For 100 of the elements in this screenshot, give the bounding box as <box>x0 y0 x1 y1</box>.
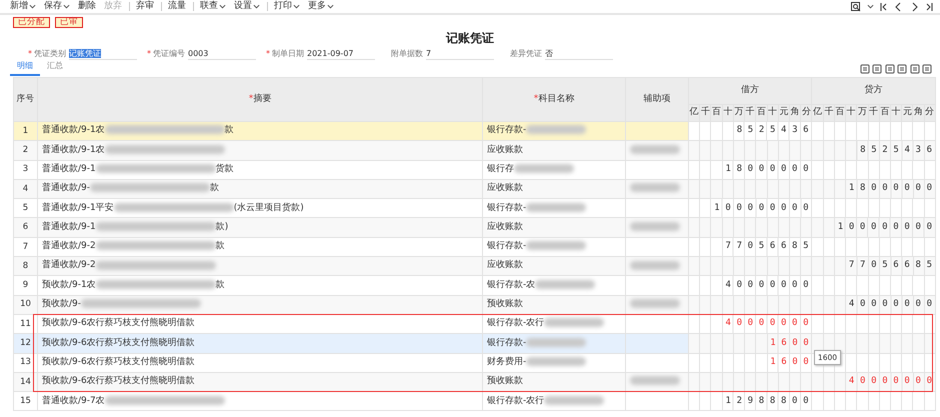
account-name: 银行存款- <box>487 241 526 252</box>
toolbar-button[interactable]: 打印 <box>267 2 304 11</box>
field-input[interactable]: 0003 <box>188 48 256 60</box>
redaction-blur <box>630 260 680 270</box>
amount-cell: 8 5 2 5 4 3 6 <box>733 122 812 141</box>
summary-text: 款 <box>216 241 225 252</box>
field-label: 附单据数 <box>391 48 423 60</box>
account-name: 银行存 <box>487 164 514 174</box>
amount-cell: 4 0 0 0 0 0 0 0 <box>722 314 812 334</box>
account-name: 银行存款-农行 <box>487 396 544 406</box>
required-mark: * <box>28 48 32 60</box>
summary-text: 普通收款/9-1 <box>42 222 96 232</box>
column-header: 贷方 <box>812 78 936 104</box>
caret-icon <box>219 4 226 9</box>
row-number: 15 <box>14 392 38 411</box>
account-name: 应收账款 <box>487 144 523 155</box>
summary-text: 预收款/9-6农行蔡巧枝支付熊晓明借款 <box>42 338 195 348</box>
field-input[interactable]: 记账凭证 <box>69 48 137 60</box>
summary-text: 普通收款/9-2 <box>42 260 96 270</box>
field-label: 凭证编号 <box>153 48 185 60</box>
caret-icon <box>293 4 300 9</box>
summary-text: 款 <box>216 280 225 290</box>
summary-text: 预收款/9-6农行蔡巧枝支付熊晓明借款 <box>42 318 195 328</box>
row-number: 14 <box>14 372 38 392</box>
summary-text: 普通收款/9-1农 <box>42 144 105 155</box>
column-header: 序号 <box>16 94 34 104</box>
field-input[interactable]: 7 <box>426 48 494 60</box>
summary-text: 预收款/9-6农行蔡巧枝支付熊晓明借款 <box>42 376 195 386</box>
tab[interactable]: 汇总 <box>40 60 70 76</box>
row-number: 12 <box>14 334 38 354</box>
account-name: 财务费用- <box>487 356 526 367</box>
required-mark: * <box>147 48 151 60</box>
amount-cell: 1 2 9 8 8 8 0 0 <box>722 392 812 411</box>
amount-cell: 7 7 0 5 6 6 8 5 <box>846 256 936 276</box>
summary-text: 款) <box>216 222 228 232</box>
account-name: 银行存款- <box>487 125 526 136</box>
toolbar-button[interactable]: 新增 <box>6 0 40 13</box>
field-input[interactable]: 2021-09-07 <box>307 48 375 60</box>
redaction-blur <box>544 396 604 405</box>
required-mark: * <box>266 48 270 60</box>
row-number: 6 <box>14 218 38 238</box>
summary-text: 预收款/9-6农行蔡巧枝支付熊晓明借款 <box>42 356 195 367</box>
toolbar-button[interactable]: 弃审 <box>129 2 158 11</box>
required-mark: * <box>248 94 254 104</box>
toolbar-button[interactable]: 删除 <box>74 0 100 13</box>
redaction-blur <box>526 356 586 366</box>
last-page-icon[interactable] <box>924 2 934 12</box>
column-header: 借方 <box>688 78 812 104</box>
account-name: 预收账款 <box>487 299 523 310</box>
caret-icon <box>63 4 70 9</box>
row-number: 10 <box>14 295 38 314</box>
summary-text: 普通收款/9-1农 <box>42 125 105 136</box>
dropdown-icon[interactable] <box>867 4 874 9</box>
account-name: 银行存款- <box>487 338 526 348</box>
doc-icon[interactable] <box>860 64 870 74</box>
required-mark: * <box>534 94 538 104</box>
amount-cell: 1 6 0 0 <box>767 353 812 372</box>
row-number: 13 <box>14 353 38 372</box>
toolbar-button[interactable]: 保存 <box>40 0 74 13</box>
toolbar-button[interactable]: 更多 <box>304 0 338 13</box>
field-label: 凭证类别 <box>34 48 66 60</box>
toolbar-button[interactable]: 联查 <box>193 2 230 11</box>
first-page-icon[interactable] <box>879 2 889 12</box>
search-icon[interactable] <box>851 2 861 12</box>
summary-text: 货款 <box>216 164 234 174</box>
row-number: 8 <box>14 256 38 276</box>
field-label: 差异凭证 <box>510 48 542 60</box>
redaction-blur <box>630 144 680 154</box>
amount-cell: 1 8 0 0 0 0 0 0 <box>722 160 812 180</box>
field-label: 制单日期 <box>272 48 304 60</box>
summary-text: 普通收款/9-7农 <box>42 396 105 406</box>
account-name: 银行存款-农 <box>487 280 536 290</box>
row-number: 2 <box>14 140 38 160</box>
redaction-blur <box>535 280 596 289</box>
redaction-blur <box>526 202 586 212</box>
redaction-blur <box>630 222 680 231</box>
account-name: 应收账款 <box>487 183 523 194</box>
summary-text: 普通收款/9-1平安 <box>42 202 114 213</box>
amount-cell: 1 8 0 0 0 0 0 0 <box>846 179 936 199</box>
amount-cell: 4 0 0 0 0 0 0 0 <box>846 295 936 314</box>
redaction-blur <box>630 299 680 308</box>
field-input[interactable]: 否 <box>545 48 613 60</box>
amount-cell: 4 0 0 0 0 0 0 0 <box>722 276 812 296</box>
redaction-blur <box>544 318 604 328</box>
toolbar-button[interactable]: 设置 <box>230 0 264 13</box>
toolbar-button[interactable]: 流量 <box>161 2 190 11</box>
status-tag: 已审 <box>55 17 83 28</box>
summary-text: 款 <box>224 125 234 136</box>
account-name: 预收账款 <box>487 376 523 386</box>
column-header: 辅助项 <box>644 94 670 104</box>
summary-text: 预收款/9-1农 <box>42 280 96 290</box>
row-number: 3 <box>14 160 38 180</box>
account-name: 应收账款 <box>487 260 523 270</box>
summary-text: 预收款/9- <box>42 299 82 310</box>
row-number: 9 <box>14 276 38 296</box>
row-number: 1 <box>14 122 38 141</box>
redaction-blur <box>526 125 586 134</box>
summary-text: 款 <box>210 183 220 194</box>
amount-cell: 1 0 0 0 0 0 0 0 0 <box>710 198 812 218</box>
account-name: 银行存款-农行 <box>487 318 544 328</box>
